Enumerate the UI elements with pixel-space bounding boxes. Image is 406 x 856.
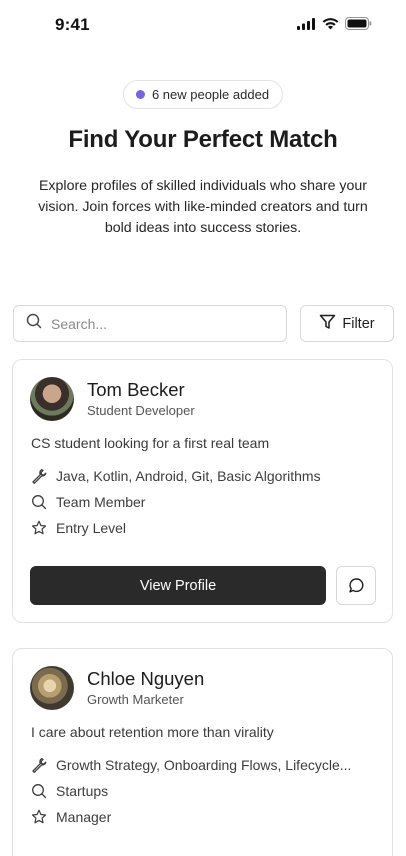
chat-bubble-icon bbox=[348, 578, 363, 593]
profile-card: Chloe Nguyen Growth Marketer I care abou… bbox=[12, 648, 393, 856]
search-icon bbox=[32, 784, 47, 799]
profile-bio: CS student looking for a first real team bbox=[31, 435, 270, 451]
wrench-icon bbox=[32, 469, 47, 484]
level-row: Manager bbox=[31, 809, 111, 825]
screen: 9:41 6 new people added Find Your Perfec… bbox=[0, 0, 406, 856]
profile-role: Student Developer bbox=[87, 403, 195, 418]
filter-button[interactable]: Filter bbox=[300, 305, 394, 342]
filter-icon bbox=[319, 314, 336, 334]
view-profile-button[interactable]: View Profile bbox=[30, 566, 326, 605]
skills-text: Java, Kotlin, Android, Git, Basic Algori… bbox=[56, 468, 321, 484]
level-text: Entry Level bbox=[56, 520, 127, 536]
star-icon bbox=[31, 520, 47, 535]
looking-for-text: Startups bbox=[56, 783, 109, 799]
message-button[interactable] bbox=[336, 566, 376, 605]
page-title: Find Your Perfect Match bbox=[68, 126, 338, 153]
page-subtitle: Explore profiles of skilled individuals … bbox=[38, 178, 368, 236]
avatar bbox=[30, 666, 74, 710]
profile-role: Growth Marketer bbox=[87, 692, 184, 707]
status-time: 9:41 bbox=[55, 15, 90, 34]
looking-for-row: Startups bbox=[31, 783, 108, 799]
badge-dot-icon bbox=[135, 90, 145, 99]
battery-icon bbox=[345, 17, 372, 30]
looking-for-text: Team Member bbox=[56, 494, 146, 510]
search-icon bbox=[32, 495, 47, 510]
signal-icon bbox=[297, 17, 316, 30]
skills-text: Growth Strategy, Onboarding Flows, Lifec… bbox=[56, 757, 352, 773]
skills-row: Java, Kotlin, Android, Git, Basic Algori… bbox=[31, 468, 321, 484]
status-bar: 9:41 bbox=[0, 0, 406, 50]
status-icons bbox=[297, 17, 372, 30]
level-row: Entry Level bbox=[31, 520, 126, 536]
wrench-icon bbox=[32, 758, 47, 773]
profile-bio: I care about retention more than viralit… bbox=[31, 724, 274, 740]
profile-name: Tom Becker bbox=[87, 379, 185, 400]
profile-card: Tom Becker Student Developer CS student … bbox=[12, 359, 393, 623]
new-people-badge: 6 new people added bbox=[122, 80, 284, 109]
star-icon bbox=[31, 809, 47, 824]
skills-row: Growth Strategy, Onboarding Flows, Lifec… bbox=[31, 757, 351, 773]
badge-text: 6 new people added bbox=[151, 87, 270, 102]
wifi-icon bbox=[322, 17, 339, 30]
search-input[interactable] bbox=[51, 315, 251, 332]
filter-label: Filter bbox=[342, 315, 375, 332]
profile-name: Chloe Nguyen bbox=[87, 668, 205, 689]
search-field[interactable] bbox=[13, 305, 287, 342]
search-icon bbox=[26, 313, 42, 334]
avatar bbox=[30, 377, 74, 421]
level-text: Manager bbox=[56, 809, 112, 825]
looking-for-row: Team Member bbox=[31, 494, 145, 510]
